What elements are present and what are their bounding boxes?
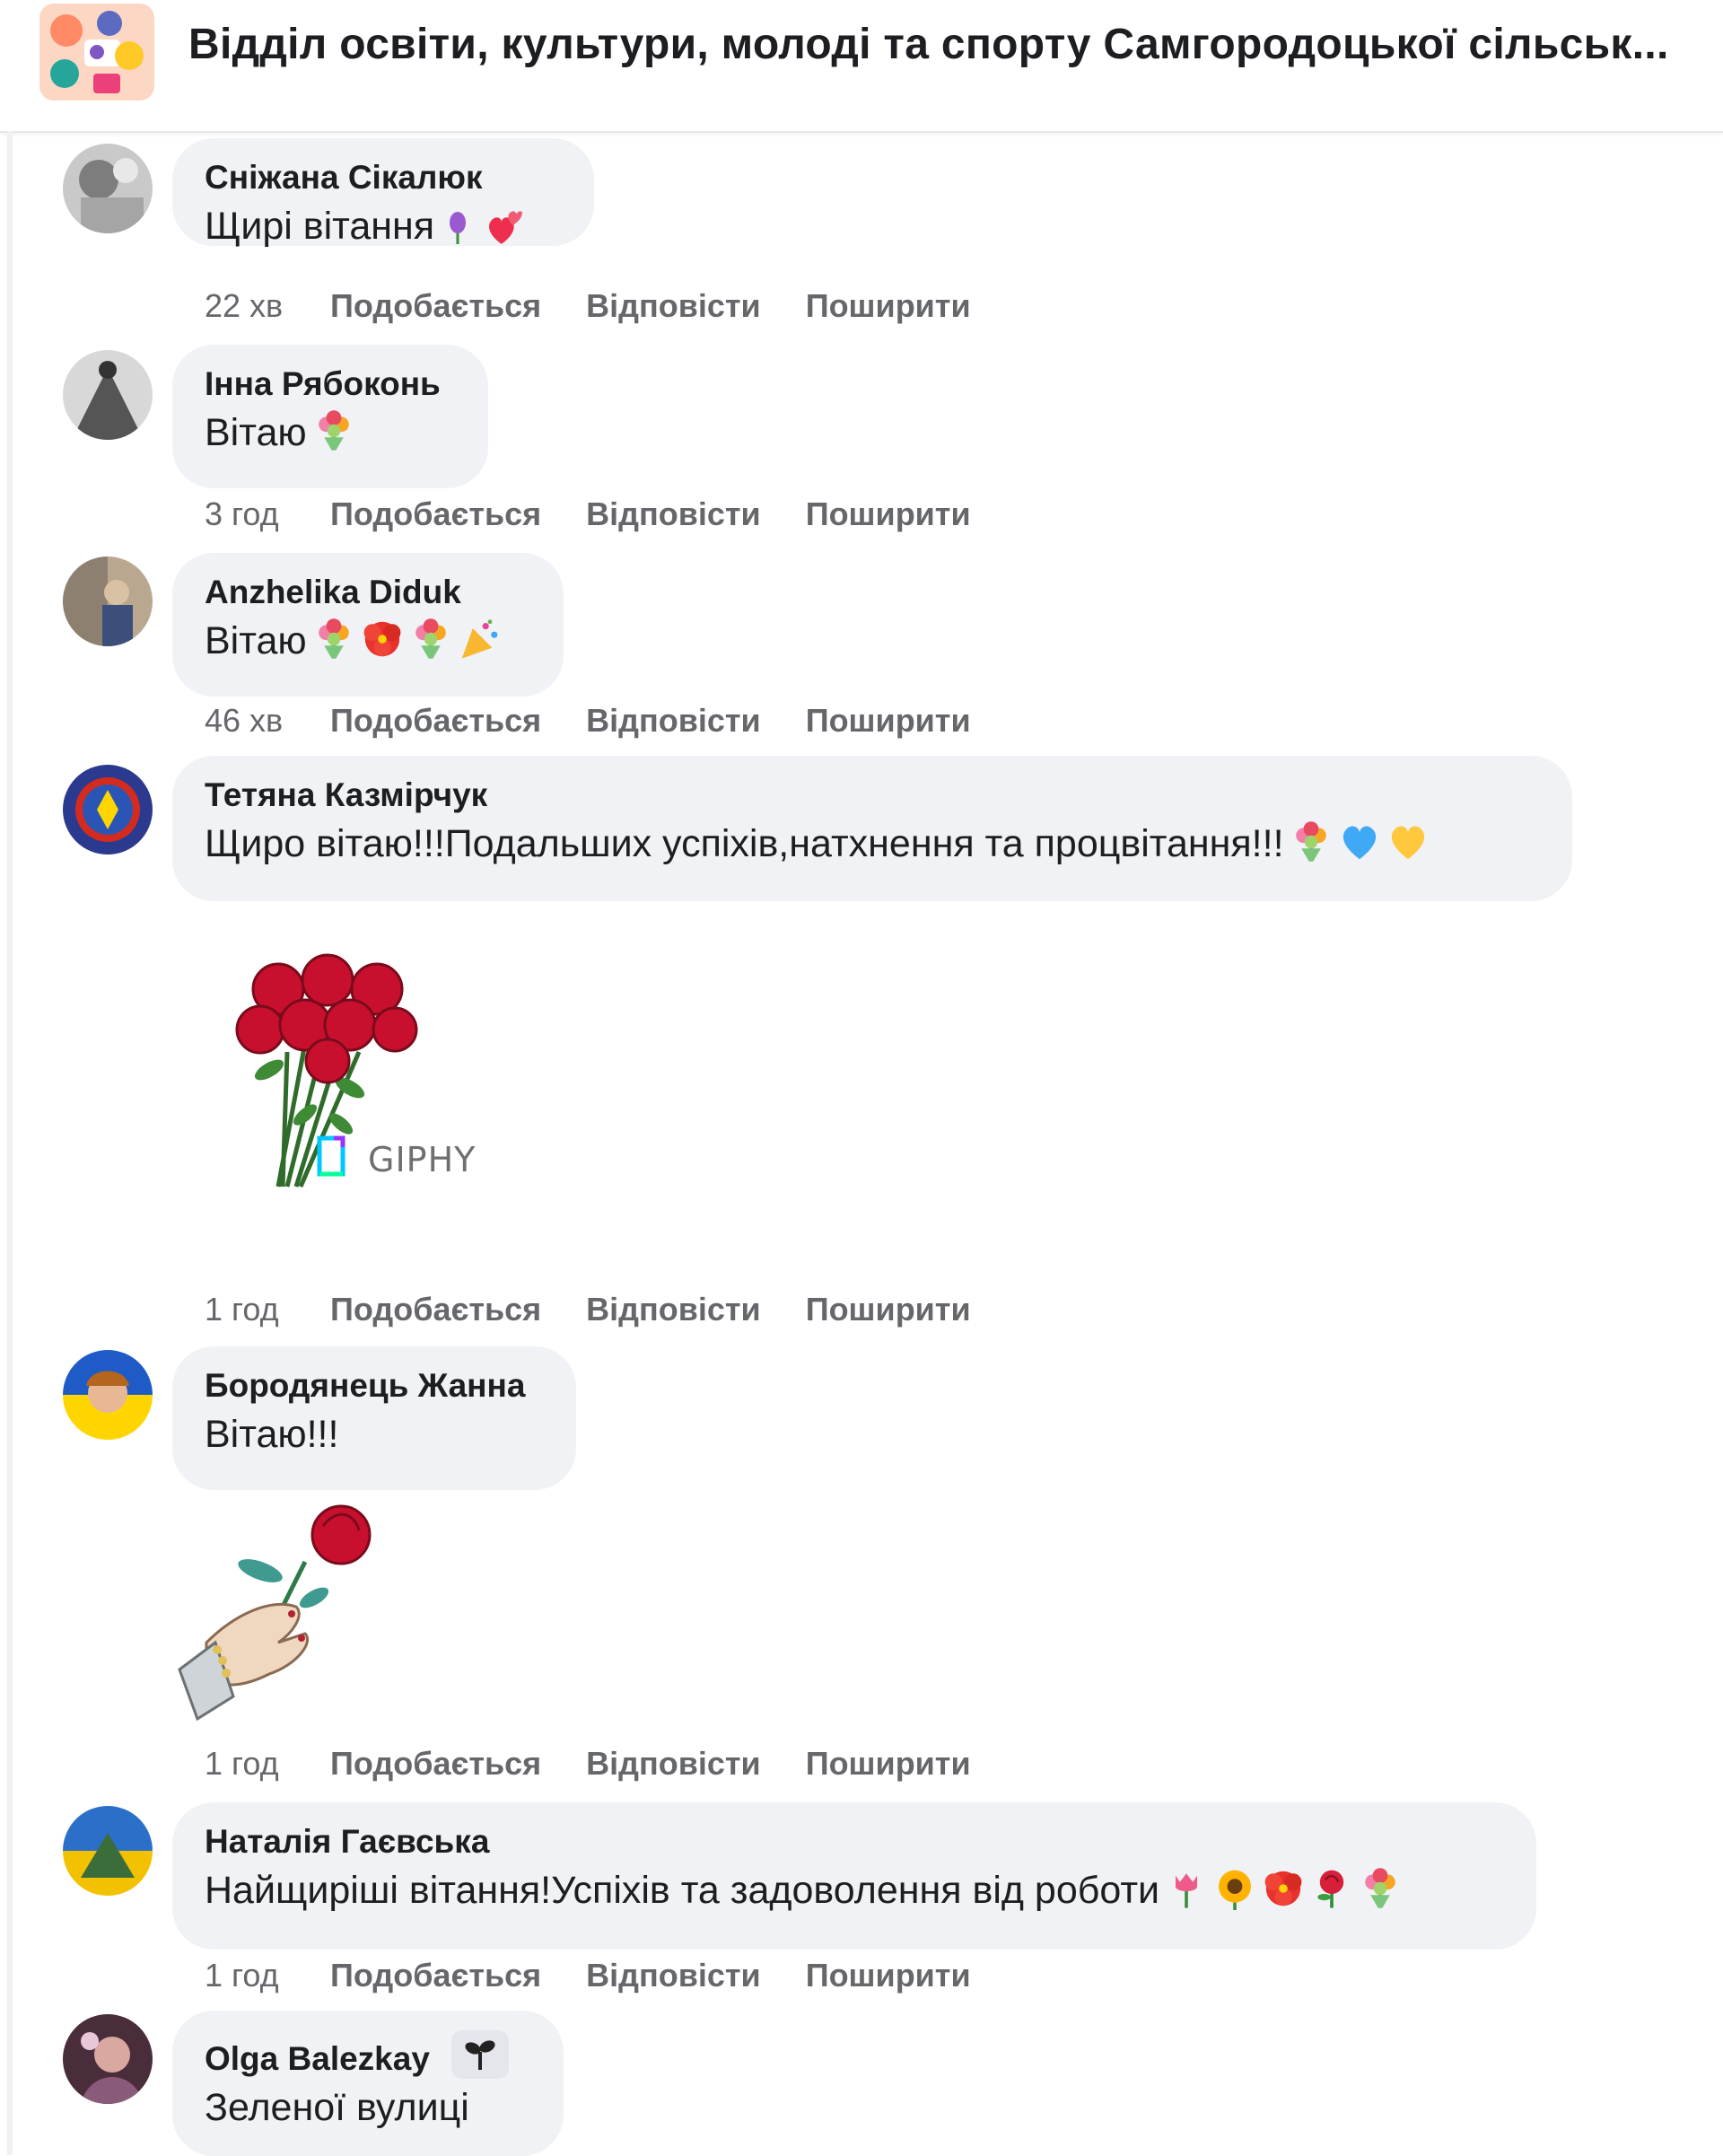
like-button[interactable]: Подобається (330, 1291, 541, 1328)
page-title[interactable]: Відділ освіти, культури, молоді та спорт… (188, 20, 1714, 69)
comment-time[interactable]: 1 год (205, 1291, 330, 1328)
comment-bubble: Сніжана Сікалюк Щирі вітання (172, 138, 594, 248)
avatar[interactable] (63, 350, 153, 440)
comment-text: Вітаю (205, 411, 307, 454)
purple-tulip-icon (448, 210, 468, 246)
yellow-heart-icon (1391, 826, 1424, 860)
comment-author[interactable]: Тетяна Казмірчук (205, 776, 1540, 815)
reply-button[interactable]: Відповісти (586, 495, 761, 533)
comment-bubble: Olga Balezkay Зеленої вулиці (172, 2011, 564, 2156)
comment-author[interactable]: Наталія Гаєвська (205, 1822, 1504, 1862)
comment-text-row: Щирі вітання (205, 201, 562, 251)
comment-author[interactable]: Сніжана Сікалюк (205, 158, 562, 197)
like-button[interactable]: Подобається (330, 702, 541, 740)
two-hearts-icon (489, 211, 523, 244)
comment-time[interactable]: 1 год (205, 1957, 330, 1994)
party-popper-icon (461, 619, 498, 659)
comment-author[interactable]: Anzhelika Diduk (205, 573, 531, 612)
comment-text-row: Вітаю (205, 616, 531, 666)
avatar[interactable] (63, 557, 153, 646)
comment-actions: 46 хв Подобається Відповісти Поширити (205, 702, 1016, 741)
giphy-logo-icon (317, 1135, 345, 1177)
comment-author-name[interactable]: Olga Balezkay (205, 2040, 430, 2077)
avatar[interactable] (63, 1350, 153, 1440)
giphy-label: GIPHY (368, 1140, 477, 1179)
comment-bubble: Інна Рябоконь Вітаю (172, 345, 488, 488)
comment-text-row: Вітаю!!! (205, 1409, 544, 1459)
share-button[interactable]: Поширити (806, 495, 971, 533)
comment-text: Вітаю!!! (205, 1413, 339, 1456)
share-button[interactable]: Поширити (806, 1291, 971, 1328)
like-button[interactable]: Подобається (330, 287, 541, 325)
comment-author[interactable]: Бородянець Жанна (205, 1366, 544, 1406)
gif-attachment[interactable]: GIPHY (215, 935, 512, 1205)
comment-bubble: Anzhelika Diduk Вітаю (172, 553, 564, 697)
page-header: Відділ освіти, культури, молоді та спорт… (0, 0, 1723, 133)
comment-text-row: Щиро вітаю!!!Подальших успіхів,натхнення… (205, 819, 1540, 869)
rose-icon (1316, 1868, 1346, 1910)
reply-button[interactable]: Відповісти (586, 287, 761, 325)
bouquet-icon (1363, 1867, 1397, 1910)
comment-author: Olga Balezkay (205, 2030, 531, 2079)
comment-actions: 1 год Подобається Відповісти Поширити (205, 1291, 1016, 1330)
avatar[interactable] (63, 765, 153, 855)
comment-author[interactable]: Інна Рябоконь (205, 364, 456, 404)
avatar[interactable] (63, 2014, 153, 2104)
comment-actions: 1 год Подобається Відповісти Поширити (205, 1957, 1016, 1996)
contributor-badge[interactable] (450, 2030, 509, 2079)
avatar[interactable] (63, 144, 153, 233)
reply-button[interactable]: Відповісти (586, 1291, 761, 1328)
comment-text: Щиро вітаю!!!Подальших успіхів,натхнення… (205, 822, 1284, 865)
hibiscus-icon (363, 621, 401, 657)
comment-bubble: Наталія Гаєвська Найщиріші вітання!Успіх… (172, 1802, 1536, 1950)
sticker-attachment[interactable] (171, 1499, 395, 1732)
comment-actions: 3 год Подобається Відповісти Поширити (205, 495, 1016, 535)
tulip-icon (1174, 1871, 1199, 1910)
like-button[interactable]: Подобається (330, 1745, 541, 1783)
comment-bubble: Тетяна Казмірчук Щиро вітаю!!!Подальших … (172, 756, 1572, 901)
bouquet-icon (317, 618, 351, 661)
like-button[interactable]: Подобається (330, 1957, 541, 1994)
share-button[interactable]: Поширити (806, 1745, 971, 1783)
comment-time[interactable]: 46 хв (205, 702, 330, 740)
comment-text: Зеленої вулиці (205, 2086, 469, 2129)
comment-text-row: Найщиріші вітання!Успіхів та задоволення… (205, 1865, 1504, 1915)
comment-bubble: Бородянець Жанна Вітаю!!! (172, 1346, 576, 1490)
reply-button[interactable]: Відповісти (586, 1745, 761, 1783)
comment-text-row: Зеленої вулиці (205, 2082, 531, 2133)
bouquet-icon (1293, 820, 1328, 863)
avatar[interactable] (63, 1806, 153, 1896)
comment-time[interactable]: 22 хв (205, 287, 330, 325)
scroll-rail (7, 131, 13, 2155)
page-logo[interactable] (39, 4, 154, 101)
hibiscus-icon (1264, 1871, 1302, 1906)
share-button[interactable]: Поширити (806, 702, 971, 740)
comment-actions: 22 хв Подобається Відповісти Поширити (205, 287, 1016, 327)
hand-holding-rose-icon (178, 1504, 372, 1722)
comment-time[interactable]: 1 год (205, 1745, 330, 1783)
share-button[interactable]: Поширити (806, 1957, 971, 1994)
share-button[interactable]: Поширити (806, 287, 971, 325)
comment-text: Щирі вітання (205, 205, 435, 248)
seedling-icon (465, 2040, 495, 2070)
reply-button[interactable]: Відповісти (586, 1957, 761, 1994)
reply-button[interactable]: Відповісти (586, 702, 761, 740)
comment-actions: 1 год Подобається Відповісти Поширити (205, 1745, 1016, 1784)
like-button[interactable]: Подобається (330, 495, 541, 533)
comment-time[interactable]: 3 год (205, 495, 330, 533)
comment-text-row: Вітаю (205, 408, 456, 458)
sunflower-icon (1217, 1868, 1253, 1910)
bouquet-icon (317, 409, 351, 452)
comment-text: Вітаю (205, 619, 307, 662)
comment-text: Найщиріші вітання!Успіхів та задоволення… (205, 1869, 1160, 1912)
bouquet-icon (414, 618, 448, 661)
blue-heart-icon (1343, 826, 1376, 860)
